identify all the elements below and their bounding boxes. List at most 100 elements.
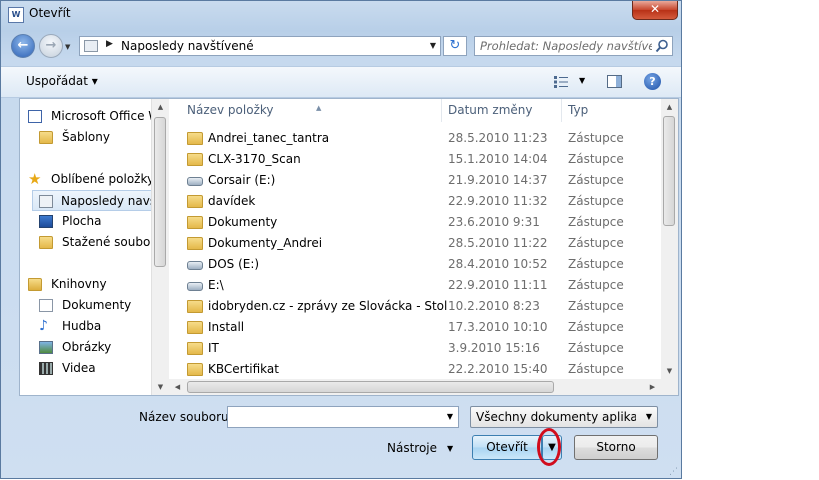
file-row[interactable]: Corsair (E:) 21.9.2010 14:37 Zástupce [169, 170, 661, 191]
file-name: Corsair (E:) [208, 173, 276, 187]
file-list: Název položky ▲ Datum změny Typ Andrei_t… [169, 99, 661, 379]
column-header-type[interactable]: Typ [562, 99, 661, 122]
search-icon[interactable] [655, 39, 669, 53]
sidebar-item-templates[interactable]: Šablony [39, 127, 150, 148]
file-row[interactable]: Dokumenty_Andrei 28.5.2010 11:22 Zástupce [169, 233, 661, 254]
view-options-dropdown-icon[interactable]: ▼ [579, 76, 585, 85]
sidebar-item-downloads[interactable]: Stažené soubory [39, 232, 152, 253]
tools-dropdown-icon[interactable]: ▼ [447, 444, 453, 453]
command-bar: Uspořádat ▾ ▼ ? [1, 66, 681, 98]
folder-icon [187, 363, 203, 376]
sidebar-item-pictures[interactable]: Obrázky [39, 337, 150, 358]
close-button[interactable]: ✕ [632, 1, 678, 20]
sidebar-item-label: Dokumenty [62, 298, 132, 312]
sidebar-item-label: Knihovny [51, 277, 107, 291]
file-name: Andrei_tanec_tantra [208, 131, 330, 145]
forward-button[interactable]: → [39, 34, 63, 58]
file-row[interactable]: DOS (E:) 28.4.2010 10:52 Zástupce [169, 254, 661, 275]
file-list-horizontal-scrollbar[interactable]: ◀ ▶ [169, 379, 678, 395]
sidebar-item-music[interactable]: ♪ Hudba [39, 316, 150, 337]
address-folder-icon [84, 40, 98, 52]
file-row[interactable]: Dokumenty 23.6.2010 9:31 Zástupce [169, 212, 661, 233]
column-header-date[interactable]: Datum změny [442, 99, 562, 122]
annotation-circle [537, 428, 561, 466]
file-date: 22.9.2010 11:11 [448, 278, 548, 292]
change-view-icon[interactable] [554, 75, 568, 89]
sidebar-item-favorites[interactable]: ★ Oblíbené položky [28, 169, 152, 190]
file-row[interactable]: davídek 22.9.2010 11:32 Zástupce [169, 191, 661, 212]
file-row[interactable]: E:\ 22.9.2010 11:11 Zástupce [169, 275, 661, 296]
file-date: 15.1.2010 14:04 [448, 152, 548, 166]
sidebar-item-videos[interactable]: Videa [39, 358, 150, 379]
scroll-thumb[interactable] [187, 381, 554, 393]
recent-pages-dropdown-icon[interactable]: ▼ [65, 43, 70, 51]
address-bar[interactable]: ▶ Naposledy navštívené ▼ [79, 36, 441, 56]
column-header-label: Název položky [187, 103, 274, 117]
star-icon: ★ [28, 170, 42, 188]
resize-grip-icon[interactable]: ⋰ [669, 467, 678, 477]
file-row[interactable]: IT 3.9.2010 15:16 Zástupce [169, 338, 661, 359]
open-button[interactable]: Otevřít [472, 435, 542, 460]
search-input[interactable] [478, 38, 654, 54]
word-icon [28, 110, 42, 123]
filename-dropdown-icon[interactable]: ▼ [447, 412, 453, 421]
file-list-scrollbar[interactable]: ▲ ▼ [661, 99, 678, 379]
preview-pane-icon[interactable] [607, 75, 622, 88]
file-type: Zástupce [568, 215, 624, 229]
navigation-pane-scrollbar[interactable]: ▲ ▼ [151, 99, 169, 395]
file-type-dropdown-icon[interactable]: ▼ [646, 412, 652, 421]
dialog-title: Otevřít [29, 6, 71, 20]
sidebar-item-recent-places[interactable]: Naposledy navští [32, 190, 152, 211]
scroll-left-icon[interactable]: ◀ [169, 379, 186, 395]
file-type: Zástupce [568, 173, 624, 187]
file-row[interactable]: Install 17.3.2010 10:10 Zástupce [169, 317, 661, 338]
file-type: Zástupce [568, 341, 624, 355]
sidebar-item-desktop[interactable]: Plocha [39, 211, 150, 232]
file-type: Zástupce [568, 299, 624, 313]
file-row[interactable]: idobryden.cz - zprávy ze Slovácka - Stol… [169, 296, 661, 317]
help-icon[interactable]: ? [644, 73, 661, 90]
navigation-bar: ← → ▼ ▶ Naposledy navštívené ▼ ↻ [1, 31, 681, 63]
file-date: 23.6.2010 9:31 [448, 215, 540, 229]
scroll-right-icon[interactable]: ▶ [644, 379, 661, 395]
filename-input[interactable] [230, 409, 439, 427]
cancel-button[interactable]: Storno [574, 435, 658, 460]
column-header-name[interactable]: Název položky ▲ [181, 99, 442, 122]
back-button[interactable]: ← [11, 34, 35, 58]
file-date: 28.4.2010 10:52 [448, 257, 548, 271]
organize-menu[interactable]: Uspořádat ▾ [26, 74, 98, 88]
scroll-up-icon[interactable]: ▲ [661, 99, 678, 115]
file-type-filter[interactable]: Všechny dokumenty aplikace W ▼ [470, 406, 658, 428]
scroll-thumb[interactable] [663, 116, 675, 226]
search-box[interactable] [474, 36, 673, 56]
file-type: Zástupce [568, 131, 624, 145]
breadcrumb-separator-icon[interactable]: ▶ [106, 39, 113, 49]
breadcrumb-current[interactable]: Naposledy navštívené [121, 39, 254, 53]
sidebar-item-label: Oblíbené položky [51, 172, 152, 186]
sort-ascending-icon: ▲ [316, 104, 322, 112]
address-dropdown-icon[interactable]: ▼ [430, 41, 436, 50]
file-row[interactable]: KBCertifikat 22.2.2010 15:40 Zástupce [169, 359, 661, 379]
file-type: Zástupce [568, 362, 624, 376]
drive-icon [187, 177, 203, 186]
browser-area: Microsoft Office W Šablony ★ Oblíbené po… [19, 98, 679, 396]
file-row[interactable]: CLX-3170_Scan 15.1.2010 14:04 Zástupce [169, 149, 661, 170]
sidebar-item-office[interactable]: Microsoft Office W [28, 106, 152, 127]
sidebar-item-libraries[interactable]: Knihovny [28, 274, 150, 295]
scroll-down-icon[interactable]: ▼ [661, 363, 678, 379]
scroll-thumb[interactable] [154, 117, 166, 267]
file-type: Zástupce [568, 278, 624, 292]
tools-menu[interactable]: Nástroje [387, 441, 437, 455]
sidebar-item-documents[interactable]: Dokumenty [39, 295, 150, 316]
filename-combobox[interactable]: ▼ [227, 406, 459, 428]
file-row[interactable]: Andrei_tanec_tantra 28.5.2010 11:23 Zástup… [169, 128, 661, 149]
drive-icon [187, 261, 203, 270]
sidebar-item-label: Hudba [62, 319, 102, 333]
recent-places-icon [39, 195, 53, 208]
column-header-label: Datum změny [448, 103, 533, 117]
scroll-down-icon[interactable]: ▼ [152, 379, 169, 395]
scroll-up-icon[interactable]: ▲ [152, 99, 169, 115]
refresh-button[interactable]: ↻ [443, 36, 467, 56]
folder-icon [187, 132, 203, 145]
folder-icon [187, 216, 203, 229]
